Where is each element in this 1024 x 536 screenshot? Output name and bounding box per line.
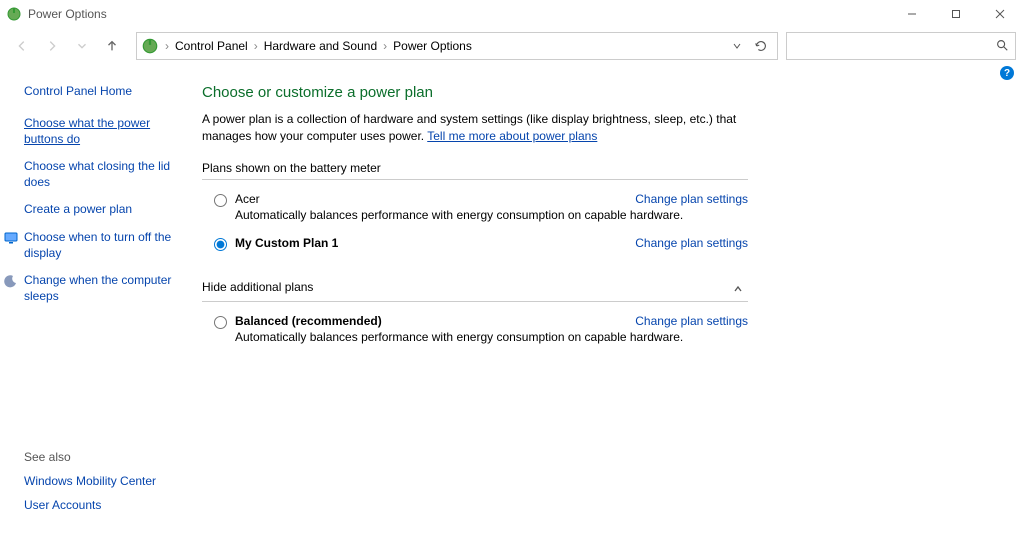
minimize-button[interactable] [890,0,934,28]
sleep-icon [4,274,18,288]
search-input[interactable] [793,39,995,53]
refresh-button[interactable] [749,34,773,58]
sidebar-link-power-buttons[interactable]: Choose what the power buttons do [24,116,180,147]
plan-item: Balanced (recommended) Change plan setti… [202,310,748,354]
collapse-button[interactable] [728,279,748,299]
change-plan-settings-link[interactable]: Change plan settings [635,314,748,328]
change-plan-settings-link[interactable]: Change plan settings [635,192,748,206]
search-icon[interactable] [995,38,1009,55]
content: Control Panel Home Choose what the power… [0,84,1024,354]
sidebar-link-turn-off-display[interactable]: Choose when to turn off the display [24,230,180,261]
navbar: › Control Panel › Hardware and Sound › P… [0,28,1024,64]
sidebar-link-computer-sleeps[interactable]: Change when the computer sleeps [24,273,180,304]
see-also: See also Windows Mobility Center User Ac… [24,450,188,522]
divider [202,301,748,302]
help-icon[interactable]: ? [1000,66,1014,80]
plan-description: Automatically balances performance with … [235,208,748,222]
breadcrumb-item[interactable]: Power Options [389,39,476,53]
plan-item: Acer Change plan settings Automatically … [202,188,748,232]
maximize-button[interactable] [934,0,978,28]
see-also-title: See also [24,450,188,464]
forward-button[interactable] [38,32,66,60]
divider [202,179,748,180]
chevron-right-icon[interactable]: › [163,39,171,53]
sidebar-link-closing-lid[interactable]: Choose what closing the lid does [24,159,180,190]
address-icon [141,37,159,55]
page-description: A power plan is a collection of hardware… [202,111,748,145]
chevron-right-icon[interactable]: › [252,39,260,53]
plan-item: My Custom Plan 1 Change plan settings [202,232,748,261]
app-icon [6,6,22,22]
change-plan-settings-link[interactable]: Change plan settings [635,236,748,250]
back-button[interactable] [8,32,36,60]
battery-section-label: Plans shown on the battery meter [202,161,748,175]
plan-name: Acer [235,192,260,206]
hide-section-label: Hide additional plans [202,280,313,294]
main: Choose or customize a power plan A power… [188,84,748,354]
recent-dropdown[interactable] [68,32,96,60]
plan-radio-acer[interactable] [214,194,227,207]
plan-name: My Custom Plan 1 [235,236,338,250]
sidebar-link-create-plan[interactable]: Create a power plan [24,202,180,218]
see-also-link-user-accounts[interactable]: User Accounts [24,498,188,512]
close-button[interactable] [978,0,1022,28]
page-title: Choose or customize a power plan [202,84,748,101]
titlebar: Power Options [0,0,1024,28]
plan-description: Automatically balances performance with … [235,330,748,344]
see-also-link-mobility[interactable]: Windows Mobility Center [24,474,188,488]
hide-additional-row: Hide additional plans [202,279,748,299]
display-icon [4,231,18,245]
breadcrumb-item[interactable]: Control Panel [171,39,252,53]
plan-radio-custom[interactable] [214,238,227,251]
up-button[interactable] [98,32,126,60]
help-row: ? [0,64,1024,84]
window-title: Power Options [28,7,107,21]
breadcrumb-item[interactable]: Hardware and Sound [260,39,381,53]
chevron-right-icon[interactable]: › [381,39,389,53]
learn-more-link[interactable]: Tell me more about power plans [427,129,597,143]
plan-radio-balanced[interactable] [214,316,227,329]
search-box[interactable] [786,32,1016,60]
address-dropdown[interactable] [725,34,749,58]
sidebar: Control Panel Home Choose what the power… [24,84,188,354]
address-bar[interactable]: › Control Panel › Hardware and Sound › P… [136,32,778,60]
control-panel-home-link[interactable]: Control Panel Home [24,84,180,98]
plan-name: Balanced (recommended) [235,314,382,328]
